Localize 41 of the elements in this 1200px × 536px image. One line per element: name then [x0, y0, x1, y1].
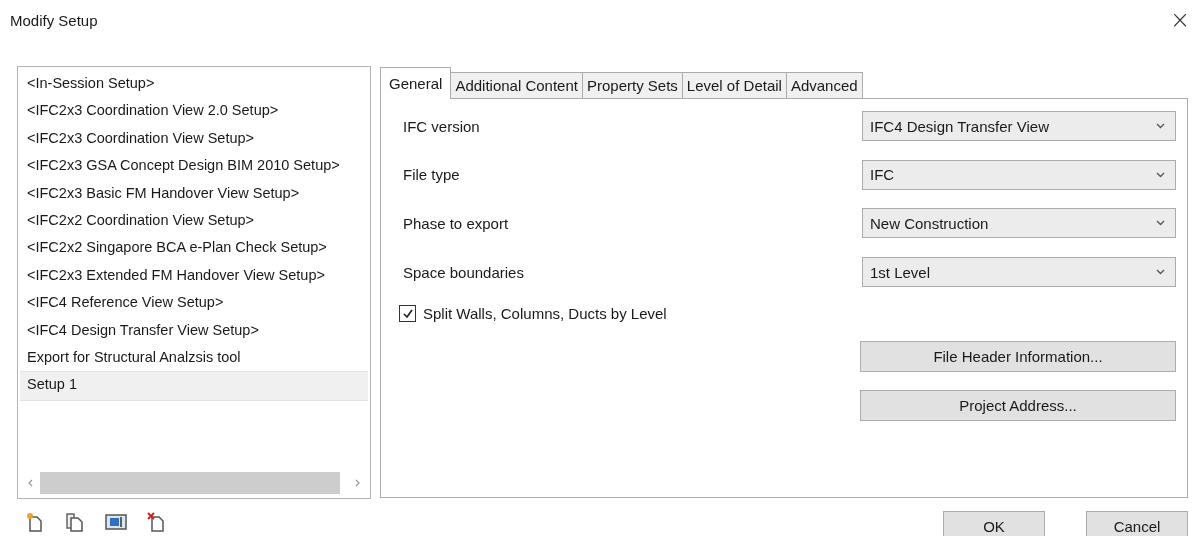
setup-item[interactable]: <IFC2x3 Extended FM Handover View Setup> [18, 261, 370, 290]
dialog-button[interactable]: OK [943, 511, 1045, 536]
chevron-down-icon [1156, 171, 1165, 178]
chevron-down-icon [1156, 123, 1165, 129]
setup-item[interactable]: <IFC4 Reference View Setup> [18, 289, 370, 317]
rename-icon[interactable] [105, 512, 127, 532]
field-label: Space boundaries [403, 263, 524, 281]
close-button[interactable]: × [1163, 6, 1196, 34]
setup-item[interactable]: <IFC2x3 GSA Concept Design BIM 2010 Setup> [18, 152, 370, 180]
delete-icon[interactable] [147, 512, 167, 532]
copy-icon[interactable] [65, 512, 85, 532]
tab[interactable]: General [380, 67, 452, 99]
checkbox[interactable] [399, 305, 416, 323]
setup-item[interactable]: Setup 1 [20, 371, 368, 401]
setup-item[interactable]: <IFC4 Design Transfer View Setup> [18, 316, 370, 344]
setup-item[interactable]: <IFC2x3 Coordination View 2.0 Setup> [18, 97, 370, 125]
setup-item[interactable]: <IFC2x2 Singapore BCA e-Plan Check Setup> [18, 234, 370, 262]
field-label: File type [403, 166, 460, 184]
field-label: IFC version [403, 117, 480, 135]
chevron-down-icon [1156, 220, 1165, 227]
setup-item[interactable]: Export for Structural Analzsis tool [18, 343, 370, 372]
tab[interactable]: Level of Detail [681, 72, 787, 98]
dialog-button[interactable]: Cancel [1086, 511, 1188, 536]
new-setup-icon[interactable] [25, 512, 45, 532]
checkbox-label: Split Walls, Columns, Ducts by Level [423, 305, 667, 323]
dropdown[interactable]: 1st Level [862, 257, 1176, 288]
dropdown[interactable]: IFC [862, 159, 1176, 190]
dropdown[interactable]: IFC4 Design Transfer View [862, 111, 1176, 141]
setup-item[interactable]: <In-Session Setup> [18, 70, 370, 98]
dropdown[interactable]: New Construction [862, 208, 1176, 239]
panel-button[interactable]: Project Address... [860, 389, 1176, 421]
field-label: Phase to export [403, 214, 509, 232]
tab[interactable]: Property Sets [581, 72, 683, 98]
window-title: Modify Setup [10, 11, 98, 29]
tab[interactable]: Additional Content [450, 72, 583, 98]
chevron-down-icon [1156, 269, 1165, 276]
panel-button[interactable]: File Header Information... [860, 340, 1176, 372]
setup-item[interactable]: <IFC2x2 Coordination View Setup> [18, 206, 370, 235]
setup-item[interactable]: <IFC2x3 Coordination View Setup> [18, 124, 370, 153]
setup-item[interactable]: <IFC2x3 Basic FM Handover View Setup> [18, 179, 370, 207]
tab[interactable]: Advanced [785, 72, 863, 98]
